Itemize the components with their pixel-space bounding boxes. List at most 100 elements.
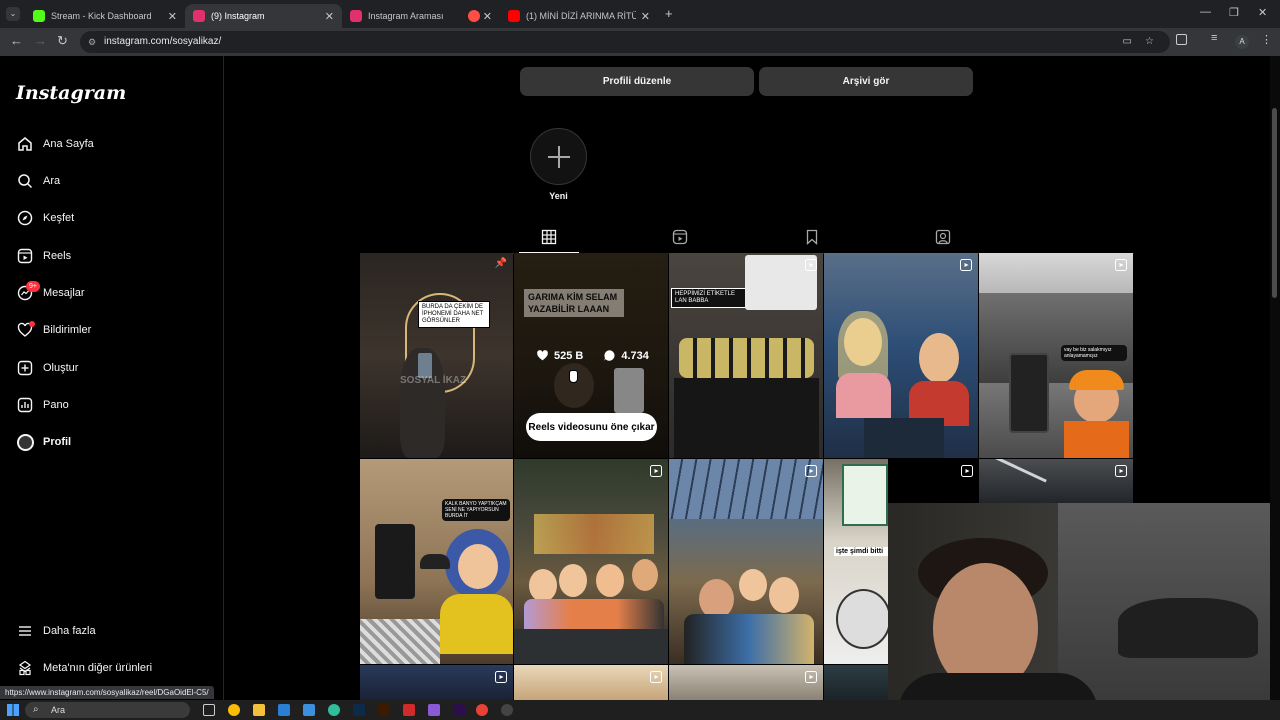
address-bar: ⚙ instagram.com/sosyalikaz/ ▭ ☆ ≡ A ⋮ [0,28,1280,56]
back-icon[interactable]: ← [10,33,23,48]
grid-icon [541,229,557,245]
chrome-active-icon[interactable] [476,704,488,716]
nav-reels[interactable]: Reels [16,244,71,268]
post-3[interactable]: HEPPİMİZİ ETİKETLE LAN BABBA [669,253,823,458]
tab-record[interactable]: ✕ [460,4,500,28]
close-tab-icon[interactable]: ✕ [168,10,177,23]
post-8[interactable] [669,459,823,664]
tab-instagram[interactable]: (9) Instagram ✕ [185,4,342,28]
character-1 [529,569,557,602]
restore-icon[interactable]: ❐ [1229,6,1239,19]
url-field[interactable]: ⚙ instagram.com/sosyalikaz/ ▭ ☆ [80,31,1170,53]
post-14[interactable] [824,665,888,700]
close-window-icon[interactable]: ✕ [1258,6,1267,19]
install-icon[interactable]: ▭ [1123,31,1132,53]
minimize-icon[interactable]: — [1200,6,1211,18]
nav-dashboard[interactable]: Pano [16,393,69,417]
reel-icon [1115,259,1127,271]
plus-icon [547,145,570,168]
nav-search[interactable]: Ara [16,169,60,193]
extensions-icon[interactable] [1176,34,1187,45]
notification-dot [29,321,35,327]
tab-posts[interactable] [519,229,579,253]
new-tab-button[interactable]: + [665,6,673,21]
webcam-overlay [888,503,1280,700]
tab-tagged[interactable] [935,229,951,245]
chrome-icon[interactable] [228,704,240,716]
phone-graphic [1009,353,1049,433]
premiere-icon[interactable] [453,704,465,716]
post-7[interactable] [514,459,668,664]
scrollbar-thumb[interactable] [1272,108,1277,298]
store-lights [534,514,654,554]
post-5[interactable]: vay be biz salakmıyız anlayamamışız [979,253,1133,458]
tab-reels[interactable] [672,229,688,245]
post-6[interactable]: KALK BANYO YAPTIKÇAM SENİ NE YAPIYORSUN … [360,459,513,664]
woman-hair [838,311,888,381]
reels-icon [672,229,688,245]
media-icon[interactable]: ≡ [1211,32,1217,44]
photoshop-icon[interactable] [353,704,365,716]
profile-avatar[interactable]: A [1235,35,1249,49]
nav-home[interactable]: Ana Sayfa [16,132,94,156]
post-13[interactable] [669,665,823,700]
obs-icon[interactable] [501,704,513,716]
feature-reel-button[interactable]: Reels videosunu öne çıkar [526,413,657,441]
store-icon[interactable] [303,704,315,716]
close-tab-icon[interactable]: ✕ [483,10,492,23]
post-10[interactable] [979,459,1133,503]
browser-menu-icon[interactable]: ⋮ [1261,33,1272,46]
heart-icon [16,321,35,339]
edit-profile-button[interactable]: Profili düzenle [520,67,754,96]
file-explorer-icon[interactable] [253,704,265,716]
yellow-top [440,594,513,654]
pin-icon: 📌 [494,258,507,269]
windows-start-icon[interactable] [7,704,19,716]
character-face [836,589,888,649]
nav-notifications[interactable]: Bildirimler [16,318,91,342]
task-view-icon[interactable] [203,704,215,716]
site-info-icon[interactable]: ⚙ [88,31,96,53]
nav-more[interactable]: Daha fazla [16,619,96,643]
illustrator-icon[interactable] [378,704,390,716]
cafe-table [864,418,944,458]
new-highlight-button[interactable] [530,128,587,185]
app-icon[interactable] [403,704,415,716]
youtube-icon [508,10,520,22]
tab-youtube[interactable]: (1) MİNİ DİZİ ARINMA RİTÜELİ | ✕ [500,4,658,28]
post-9[interactable]: işte şimdi bitti [824,459,888,664]
page-scrollbar[interactable] [1270,56,1280,700]
menu-icon [16,622,34,640]
forward-icon[interactable]: → [34,33,47,48]
post-1[interactable]: BURDA DA ÇEKİM DE İPHONEMİ DAHA NET GÖRS… [360,253,513,458]
search-icon: ⌕ [33,704,39,715]
bookmark-star-icon[interactable]: ☆ [1145,31,1154,53]
plus-square-icon [16,359,34,377]
tab-search-button[interactable]: ⌄ [6,7,20,21]
close-tab-icon[interactable]: ✕ [325,10,334,23]
tab-kick[interactable]: Stream - Kick Dashboard ✕ [25,4,185,28]
app-icon[interactable] [428,704,440,716]
view-archive-button[interactable]: Arşivi gör [759,67,973,96]
post-12[interactable] [514,665,668,700]
phone-screen [842,464,888,526]
instagram-logo[interactable]: Instagram [16,82,126,104]
close-tab-icon[interactable]: ✕ [641,10,650,23]
edge-icon[interactable] [328,704,340,716]
nav-profile[interactable]: Profil [16,430,71,454]
reload-icon[interactable]: ↻ [57,33,68,49]
nav-explore[interactable]: Keşfet [16,206,74,230]
like-count: 525 B [554,349,584,362]
reel-icon [961,465,973,477]
taskbar-search[interactable]: ⌕ Ara [25,702,190,718]
nav-meta-products[interactable]: Meta'nın diğer ürünleri [16,656,152,680]
nav-messages[interactable]: 9+ Mesajlar [16,281,85,305]
dashboard-icon [16,396,34,414]
nav-create[interactable]: Oluştur [16,356,78,380]
tab-saved[interactable] [804,229,820,245]
post-11[interactable] [360,665,513,700]
ceiling-lights [991,459,1047,483]
mail-icon[interactable] [278,704,290,716]
post-4[interactable] [824,253,978,458]
mouse-cursor-icon [569,370,578,383]
